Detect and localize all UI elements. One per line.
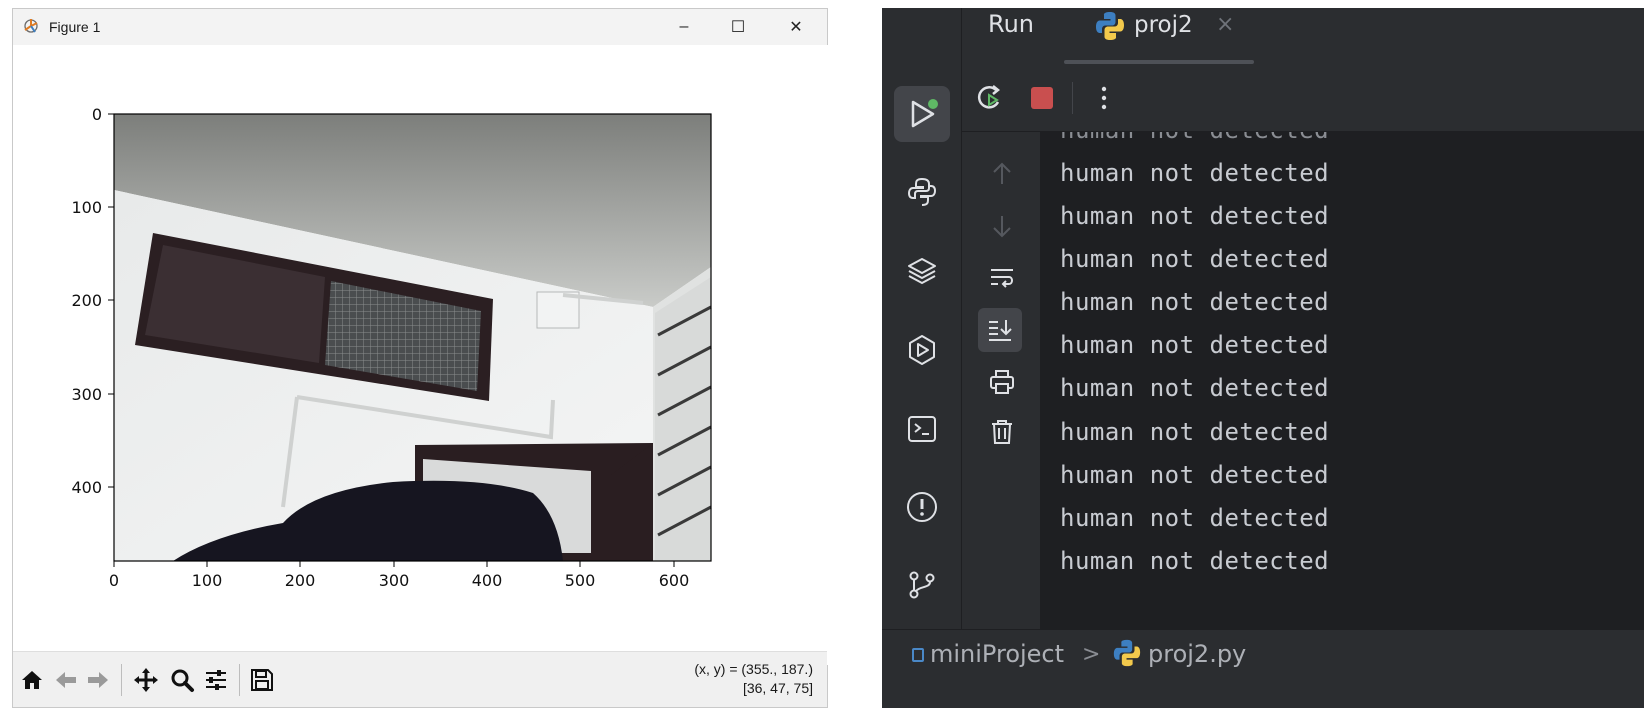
- webcam-image: [114, 114, 712, 561]
- plot-area[interactable]: 0 100 200 300 400 500 600 0 100 200 300 …: [13, 45, 829, 665]
- y-tick-label: 100: [71, 198, 102, 217]
- tab-label: proj2: [1134, 12, 1193, 38]
- x-tick-label: 400: [472, 571, 503, 590]
- y-tick-label: 200: [71, 291, 102, 310]
- toolbar-divider: [121, 664, 122, 696]
- y-axis: 0 100 200 300 400: [71, 105, 114, 497]
- figure-titlebar[interactable]: Figure 1 – ☐ ✕: [13, 9, 827, 45]
- problems-icon[interactable]: [902, 487, 942, 527]
- tab-proj2[interactable]: proj2 ×: [1064, 8, 1254, 64]
- python-file-icon: [1113, 639, 1141, 667]
- terminal-icon[interactable]: [902, 409, 942, 449]
- home-icon[interactable]: [17, 664, 47, 696]
- plot-canvas[interactable]: 0 100 200 300 400 500 600 0 100 200 300 …: [13, 45, 829, 633]
- console-line: human not detected: [1060, 331, 1330, 359]
- print-icon[interactable]: [982, 362, 1022, 402]
- matplotlib-app-icon: [24, 19, 38, 33]
- console-line: human not detected: [1060, 504, 1330, 532]
- close-button[interactable]: ✕: [771, 9, 821, 45]
- python-console-icon[interactable]: [902, 172, 942, 212]
- y-tick-label: 0: [92, 105, 102, 124]
- stop-icon[interactable]: [1022, 78, 1062, 118]
- rerun-icon[interactable]: [970, 78, 1010, 118]
- console-line: human not detected: [1060, 288, 1330, 316]
- coordinate-readout: (x, y) = (355., 187.) [36, 47, 75]: [694, 660, 813, 698]
- tab-close-icon[interactable]: ×: [1216, 12, 1234, 37]
- breadcrumb-module[interactable]: miniProject: [930, 640, 1064, 668]
- tool-window-strip: [882, 8, 962, 708]
- x-tick-label: 500: [565, 571, 596, 590]
- configure-subplots-icon[interactable]: [201, 664, 231, 696]
- x-tick-label: 300: [379, 571, 410, 590]
- forward-icon[interactable]: [83, 664, 113, 696]
- y-tick-label: 300: [71, 385, 102, 404]
- scroll-up-icon[interactable]: [982, 154, 1022, 194]
- toolbar-divider: [239, 664, 240, 696]
- window-title: Figure 1: [49, 19, 101, 35]
- trash-icon[interactable]: [982, 412, 1022, 452]
- y-tick-label: 400: [71, 478, 102, 497]
- minimize-button[interactable]: –: [659, 9, 709, 45]
- ide-run-panel: Run proj2 × human not detected human not…: [882, 8, 1644, 708]
- pixel-value: [36, 47, 75]: [742, 680, 813, 696]
- layers-icon[interactable]: [902, 251, 942, 291]
- scroll-down-icon[interactable]: [982, 206, 1022, 246]
- back-icon[interactable]: [51, 664, 81, 696]
- save-icon[interactable]: [247, 664, 277, 696]
- module-icon: [912, 648, 924, 662]
- console-line-partial: human not detected: [1060, 132, 1329, 144]
- console-line: human not detected: [1060, 202, 1330, 230]
- breadcrumb-separator: >: [1082, 642, 1101, 667]
- console-output[interactable]: human not detected human not detected hu…: [1040, 132, 1644, 629]
- x-tick-label: 600: [659, 571, 690, 590]
- x-axis: 0 100 200 300 400 500 600: [109, 561, 689, 590]
- console-line: human not detected: [1060, 547, 1330, 575]
- breadcrumb-file[interactable]: proj2.py: [1148, 640, 1246, 668]
- maximize-button[interactable]: ☐: [713, 9, 763, 45]
- python-file-icon: [1096, 12, 1124, 40]
- scroll-to-end-icon[interactable]: [978, 308, 1022, 352]
- x-tick-label: 200: [285, 571, 316, 590]
- console-actions: [962, 132, 1040, 629]
- run-toolbar: [962, 64, 1644, 132]
- pan-icon[interactable]: [131, 664, 161, 696]
- console-line: human not detected: [1060, 461, 1330, 489]
- toolbar-divider: [1072, 82, 1073, 114]
- figure-toolbar: (x, y) = (355., 187.) [36, 47, 75]: [13, 651, 827, 707]
- run-title: Run: [988, 10, 1035, 38]
- console-line: human not detected: [1060, 374, 1330, 402]
- git-icon[interactable]: [902, 565, 942, 605]
- run-header: Run proj2 ×: [962, 8, 1644, 64]
- console-line: human not detected: [1060, 418, 1330, 446]
- zoom-icon[interactable]: [167, 664, 197, 696]
- x-tick-label: 100: [192, 571, 223, 590]
- more-options-icon[interactable]: [1084, 78, 1124, 118]
- console-line: human not detected: [1060, 159, 1330, 187]
- navigation-breadcrumb: miniProject > proj2.py: [882, 629, 1644, 708]
- coordinate-xy: (x, y) = (355., 187.): [694, 661, 813, 677]
- figure-window: Figure 1 – ☐ ✕ 0 100 200 300 400 500 600…: [12, 8, 829, 708]
- soft-wrap-icon[interactable]: [982, 258, 1022, 298]
- console-line: human not detected: [1060, 245, 1330, 273]
- x-tick-label: 0: [109, 571, 119, 590]
- run-tool-icon[interactable]: [894, 86, 950, 142]
- services-icon[interactable]: [902, 330, 942, 370]
